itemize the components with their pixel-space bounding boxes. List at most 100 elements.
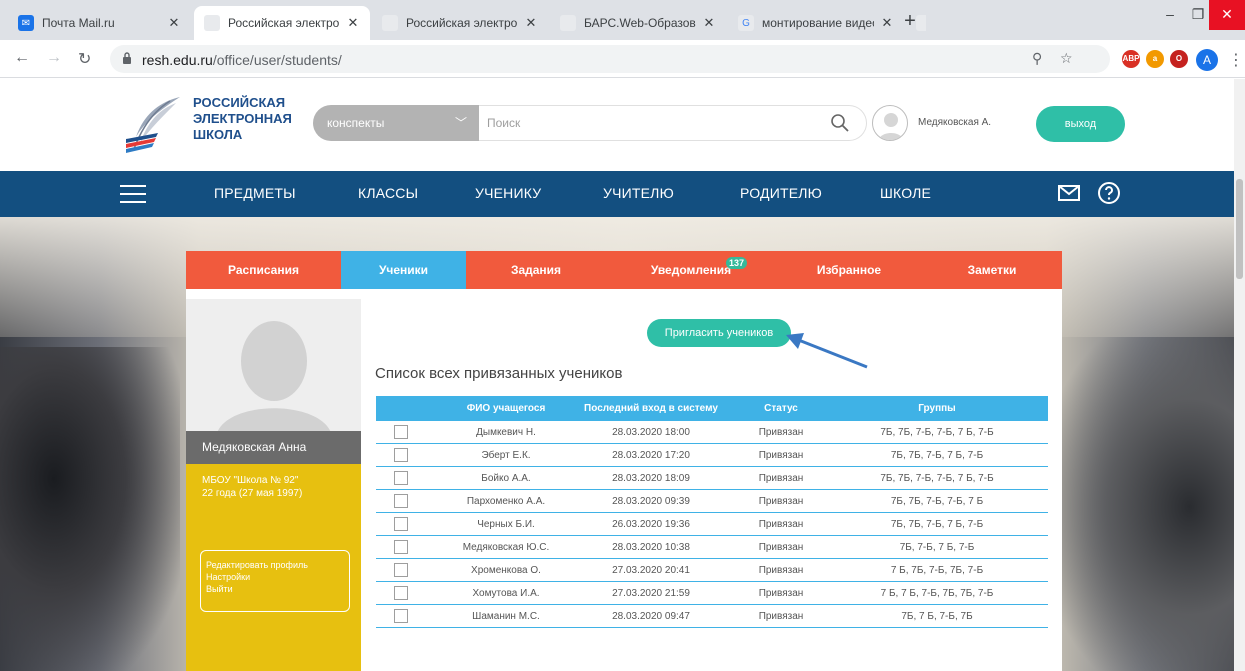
nav-item-teacher[interactable]: УЧИТЕЛЮ xyxy=(603,185,674,201)
tab-close-icon[interactable]: ✕ xyxy=(346,15,360,31)
status: Привязан xyxy=(758,587,804,599)
groups: 7Б, 7Б, 7-Б, 7 Б, 7-Б xyxy=(890,449,984,461)
row-checkbox[interactable] xyxy=(394,471,408,485)
new-tab-button[interactable]: + xyxy=(898,10,922,34)
adblock-icon[interactable]: ABP xyxy=(1122,50,1140,68)
tab-schedule[interactable]: Расписания xyxy=(186,251,341,289)
status: Привязан xyxy=(758,541,804,553)
address-bar: ← → ↻ resh.edu.ru/office/user/students/ … xyxy=(0,40,1245,78)
last-login: 27.03.2020 21:59 xyxy=(612,587,690,599)
groups: 7 Б, 7Б, 7-Б, 7Б, 7-Б xyxy=(890,564,984,576)
window-close-button[interactable]: ✕ xyxy=(1209,0,1245,30)
forward-icon[interactable]: → xyxy=(46,49,62,67)
groups: 7Б, 7Б, 7-Б, 7-Б, 7 Б, 7-Б xyxy=(880,472,994,484)
cabinet-tabs: Расписания Ученики Задания Уведомления 1… xyxy=(186,251,1062,289)
url-host: resh.edu.ru xyxy=(142,52,213,68)
hamburger-menu-icon[interactable] xyxy=(120,185,146,203)
logout-button[interactable]: выход xyxy=(1036,106,1125,142)
list-title: Список всех привязанных учеников xyxy=(375,365,623,382)
table-row: Черных Б.И. 26.03.2020 19:36 Привязан 7Б, 7… xyxy=(376,513,1048,536)
chevron-down-icon: ﹀ xyxy=(454,116,467,130)
student-name: Хомутова И.А. xyxy=(472,587,540,599)
profile-sidebar: Медяковская Анна МБОУ "Школа № 92" 22 го… xyxy=(186,289,361,671)
browser-tab[interactable]: ✉ Почта Mail.ru ✕ xyxy=(8,6,191,40)
profile-links: Редактировать профиль Настройки Выйти xyxy=(200,550,350,612)
row-checkbox[interactable] xyxy=(394,425,408,439)
user-avatar[interactable] xyxy=(872,105,908,141)
student-name: Эберт Е.К. xyxy=(481,449,531,461)
status: Привязан xyxy=(758,610,804,622)
reload-icon[interactable]: ↻ xyxy=(78,49,91,69)
extension-bag-icon[interactable]: а xyxy=(1146,50,1164,68)
student-name: Медяковская Ю.С. xyxy=(462,541,550,553)
tab-students[interactable]: Ученики xyxy=(341,251,466,289)
row-checkbox[interactable] xyxy=(394,517,408,531)
nav-item-parent[interactable]: РОДИТЕЛЮ xyxy=(740,185,822,201)
page-scrollbar[interactable] xyxy=(1234,79,1245,671)
search-input[interactable] xyxy=(479,105,867,141)
tab-label: монтирование видео о xyxy=(762,16,874,30)
lock-icon xyxy=(123,52,131,64)
status: Привязан xyxy=(758,564,804,576)
browser-tab[interactable]: Российская электронна ✕ xyxy=(372,6,548,40)
browser-tab[interactable]: Gмонтирование видео о ✕ xyxy=(728,6,904,40)
profile-silhouette-icon xyxy=(186,299,361,436)
settings-link[interactable]: Настройки xyxy=(206,571,344,583)
last-login: 27.03.2020 20:41 xyxy=(612,564,690,576)
profile-name: Медяковская Анна xyxy=(186,431,361,464)
browser-tab[interactable]: БАРС.Web-Образовани ✕ xyxy=(550,6,726,40)
search-bar: конспекты ﹀ xyxy=(313,105,867,141)
bookmark-star-icon[interactable]: ☆ xyxy=(1060,50,1073,67)
browser-tab[interactable]: Российская электронна ✕ xyxy=(194,6,370,40)
tab-favorites[interactable]: Избранное xyxy=(776,251,922,289)
table-row: Пархоменко А.А. 28.03.2020 09:39 Привязан 7… xyxy=(376,490,1048,513)
tab-assignments[interactable]: Задания xyxy=(466,251,606,289)
edit-profile-link[interactable]: Редактировать профиль xyxy=(206,559,344,571)
nav-item-school[interactable]: ШКОЛЕ xyxy=(880,185,931,201)
nav-item-classes[interactable]: КЛАССЫ xyxy=(358,185,418,201)
user-silhouette-icon xyxy=(878,113,904,140)
status: Привязан xyxy=(758,449,804,461)
signout-link[interactable]: Выйти xyxy=(206,583,344,595)
row-checkbox[interactable] xyxy=(394,540,408,554)
nav-item-subjects[interactable]: ПРЕДМЕТЫ xyxy=(214,185,296,201)
table-row: Бойко А.А. 28.03.2020 18:09 Привязан 7Б, 7Б… xyxy=(376,467,1048,490)
school-logo-icon[interactable] xyxy=(122,93,186,157)
tab-favicon-icon xyxy=(382,15,398,31)
tab-label: Российская электронна xyxy=(228,16,340,30)
browser-profile-avatar[interactable]: A xyxy=(1196,49,1218,71)
nav-item-student[interactable]: УЧЕНИКУ xyxy=(475,185,541,201)
help-icon[interactable] xyxy=(1097,181,1121,205)
tab-close-icon[interactable]: ✕ xyxy=(167,15,181,31)
tab-close-icon[interactable]: ✕ xyxy=(702,15,716,31)
student-name: Черных Б.И. xyxy=(477,518,535,530)
invite-students-button[interactable]: Пригласить учеников xyxy=(647,319,791,347)
browser-tab-strip: ✉Почта Mail.ru✕Российская электронна✕Рос… xyxy=(0,0,1245,40)
tab-notifications[interactable]: Уведомления 137 xyxy=(606,251,776,289)
opera-extension-icon[interactable]: O xyxy=(1170,50,1188,68)
school-logo-text[interactable]: РОССИЙСКАЯ ЭЛЕКТРОННАЯ ШКОЛА xyxy=(193,95,292,143)
zoom-icon[interactable]: ⚲ xyxy=(1032,50,1042,67)
search-icon[interactable] xyxy=(830,113,850,133)
student-name: Хроменкова О. xyxy=(471,564,541,576)
col-last-login: Последний вход в систему xyxy=(584,403,718,414)
back-icon[interactable]: ← xyxy=(14,49,30,67)
row-checkbox[interactable] xyxy=(394,586,408,600)
tab-notes[interactable]: Заметки xyxy=(922,251,1062,289)
browser-menu-icon[interactable]: ⋮ xyxy=(1228,50,1244,70)
row-checkbox[interactable] xyxy=(394,609,408,623)
mail-icon[interactable] xyxy=(1057,181,1081,205)
tab-close-icon[interactable]: ✕ xyxy=(880,15,894,31)
search-category-select[interactable]: конспекты ﹀ xyxy=(313,105,479,141)
profile-age: 22 года (27 мая 1997) xyxy=(202,488,303,499)
row-checkbox[interactable] xyxy=(394,494,408,508)
row-checkbox[interactable] xyxy=(394,563,408,577)
profile-school: МБОУ "Школа № 92" xyxy=(202,475,299,486)
user-name[interactable]: Медяковская А. xyxy=(918,117,991,128)
profile-info: МБОУ "Школа № 92" 22 года (27 мая 1997) … xyxy=(186,464,361,671)
url-field[interactable]: resh.edu.ru/office/user/students/ ⚲ ☆ xyxy=(110,45,1110,73)
tab-close-icon[interactable]: ✕ xyxy=(524,15,538,31)
url-path: /office/user/students/ xyxy=(212,52,342,68)
row-checkbox[interactable] xyxy=(394,448,408,462)
tab-label: Российская электронна xyxy=(406,16,518,30)
